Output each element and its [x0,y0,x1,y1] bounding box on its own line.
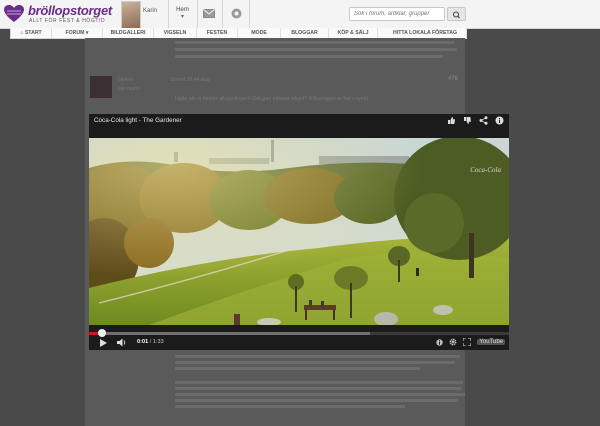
post-username[interactable]: Glyfers [117,77,133,83]
chevron-down-icon: ▾ [180,14,184,20]
progress-loaded [89,332,371,335]
post-text: Hjälp att rå hinner alt pyvlinger!! Ost … [175,96,370,102]
video-frame[interactable]: Coca-Cola [89,138,509,325]
home-menu[interactable]: Hem ▾ [170,0,195,28]
ghost-text-line [175,393,465,396]
thumbs-down-icon[interactable] [463,116,472,125]
player-right-controls: YouTube [436,338,505,346]
ghost-text-line [175,41,455,44]
brand-name: bröllopstorget [28,3,112,18]
ghost-text-line [175,55,443,58]
post-timestamp: Skrivet 10:44 idag [170,77,211,83]
ghost-text-line [175,399,458,402]
mail-icon[interactable] [203,9,215,18]
post-number[interactable]: #78 [448,76,458,82]
info-icon[interactable] [495,116,504,125]
nav-festen[interactable]: FESTEN [197,28,238,38]
site-header: bröllopstorget ALLT FÖR FEST & HÖGTID Ka… [0,0,600,29]
site-logo[interactable]: bröllopstorget ALLT FÖR FEST & HÖGTID [4,2,116,26]
search-icon [452,11,460,19]
volume-icon[interactable] [117,338,127,347]
ghost-text-line [175,381,463,384]
header-divider [249,0,250,28]
search-input[interactable] [349,7,445,21]
ghost-text-line [175,48,457,51]
heart-logo-icon [4,5,24,22]
nav-mode[interactable]: MODE [238,28,281,38]
fullscreen-icon[interactable] [463,338,472,346]
youtube-logo[interactable]: YouTube [477,339,505,345]
nav-bloggar[interactable]: BLOGGAR [281,28,329,38]
post-avatar[interactable] [90,76,112,98]
post-user-role: Vän mobb [117,86,140,92]
header-divider [222,0,223,28]
player-controls: 0:01 / 1:33 YouTube [89,336,509,350]
nav-bildgalleri[interactable]: BILDGALLERI [103,28,154,38]
ghost-text-line [175,367,420,370]
video-title[interactable]: Coca-Cola light - The Gardener [94,117,182,124]
player-top-actions [447,116,504,125]
coca-cola-watermark: Coca-Cola [470,166,501,174]
user-name[interactable]: Karin [143,8,168,14]
ghost-text-line [175,361,455,364]
share-icon[interactable] [479,116,488,125]
notification-icon[interactable] [231,8,242,19]
nav-hitta-foretag[interactable]: HITTA LOKALA FÖRETAG [378,28,472,38]
settings-gear-icon[interactable] [449,338,457,346]
captions-info-icon[interactable] [436,338,444,346]
user-avatar[interactable] [121,1,141,29]
time-display: 0:01 / 1:33 [137,339,164,345]
header-divider [168,0,169,28]
time-total: 1:33 [152,339,164,345]
ghost-text-line [175,405,405,408]
nav-kop-salj[interactable]: KÖP & SÄLJ [329,28,378,38]
nav-start[interactable]: ⌂ START [11,28,52,38]
video-player[interactable]: Coca-Cola light - The Gardener Coca-Cola… [89,114,509,350]
nav-vigseln[interactable]: VIGSELN [154,28,197,38]
ghost-text-line [175,387,461,390]
nav-forum[interactable]: FORUM ▾ [52,28,103,38]
ghost-text-line [175,355,460,358]
thumbs-up-icon[interactable] [447,116,456,125]
video-scene [89,138,509,325]
video-progress-bar[interactable] [89,329,509,337]
header-divider [197,0,198,28]
brand-tagline: ALLT FÖR FEST & HÖGTID [29,18,106,24]
search-button[interactable] [447,7,466,21]
play-icon[interactable] [99,339,107,347]
time-current: 0:01 [137,339,149,345]
